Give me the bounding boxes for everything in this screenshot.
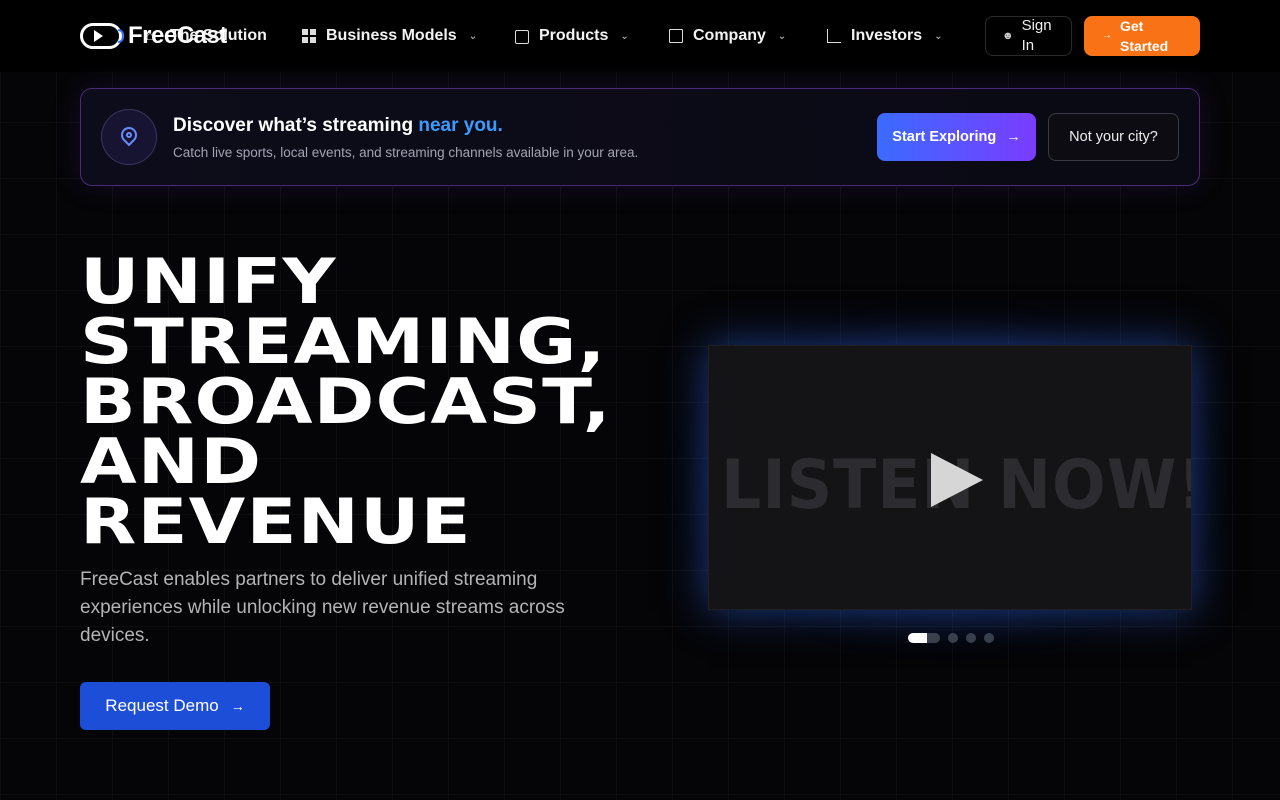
- play-icon[interactable]: [931, 453, 983, 507]
- carousel-dot-2[interactable]: [948, 633, 958, 643]
- nav-item-products[interactable]: Products ⌄: [515, 24, 629, 48]
- request-demo-label: Request Demo: [105, 696, 219, 715]
- sign-in-button[interactable]: ☻ Sign In: [985, 16, 1072, 56]
- chevron-down-icon: ⌄: [468, 30, 478, 42]
- top-nav: FreeCast ⌂ The Solution Business Models …: [0, 0, 1280, 72]
- arrow-right-icon: →: [230, 698, 245, 714]
- not-your-city-button[interactable]: Not your city?: [1048, 113, 1179, 161]
- chevron-down-icon: ⌄: [934, 30, 943, 42]
- request-demo-button[interactable]: Request Demo →: [80, 682, 270, 730]
- carousel-dot-1[interactable]: [908, 633, 940, 643]
- chevron-down-icon: ⌄: [620, 30, 629, 42]
- nav-item-company[interactable]: Company ⌄: [669, 24, 786, 48]
- carousel-dot-4[interactable]: [984, 633, 994, 643]
- start-exploring-label: Start Exploring: [892, 129, 997, 145]
- nav-label: Company: [693, 27, 766, 44]
- chevron-down-icon: ⌄: [777, 30, 787, 42]
- nav-item-the-solution[interactable]: ⌂ The Solution: [146, 24, 267, 48]
- grid-icon: [302, 29, 316, 43]
- nav-label: Investors: [851, 27, 923, 44]
- arrow-right-icon: →: [1006, 129, 1021, 145]
- video-player[interactable]: LISTEN NOW!: [708, 345, 1192, 610]
- banner-subtitle: Catch live sports, local events, and str…: [173, 145, 639, 160]
- carousel-dot-3[interactable]: [966, 633, 976, 643]
- nav-label: Products: [539, 27, 609, 44]
- location-banner: Discover what’s streaming near you. Catc…: [80, 88, 1200, 186]
- banner-title: Discover what’s streaming near you.: [173, 115, 503, 137]
- play-logo-icon: [80, 23, 124, 49]
- sign-in-label: Sign In: [1021, 17, 1052, 54]
- start-exploring-button[interactable]: Start Exploring →: [877, 113, 1036, 161]
- nav-item-investors[interactable]: Investors ⌄: [827, 24, 943, 48]
- banner-title-highlight: near you.: [418, 115, 503, 136]
- user-icon: ☻: [1002, 30, 1014, 42]
- location-pin-icon: [101, 109, 157, 165]
- nav-label: The Solution: [170, 27, 267, 44]
- chart-icon: [827, 29, 841, 43]
- get-started-button[interactable]: → Get Started: [1084, 16, 1200, 56]
- banner-title-text: Discover what’s streaming: [173, 115, 414, 136]
- get-started-label: Get Started: [1120, 18, 1169, 54]
- carousel-dots: [908, 633, 1002, 643]
- hero-title-line: UNIFY: [80, 245, 337, 318]
- hero-subtitle: FreeCast enables partners to deliver uni…: [80, 569, 565, 646]
- nav-label: Business Models: [326, 27, 457, 44]
- building-icon: [669, 29, 683, 43]
- tv-icon: [515, 30, 529, 44]
- nav-item-business-models[interactable]: Business Models ⌄: [302, 24, 477, 48]
- arrow-right-icon: →: [1102, 30, 1112, 41]
- home-icon: ⌂: [146, 28, 154, 43]
